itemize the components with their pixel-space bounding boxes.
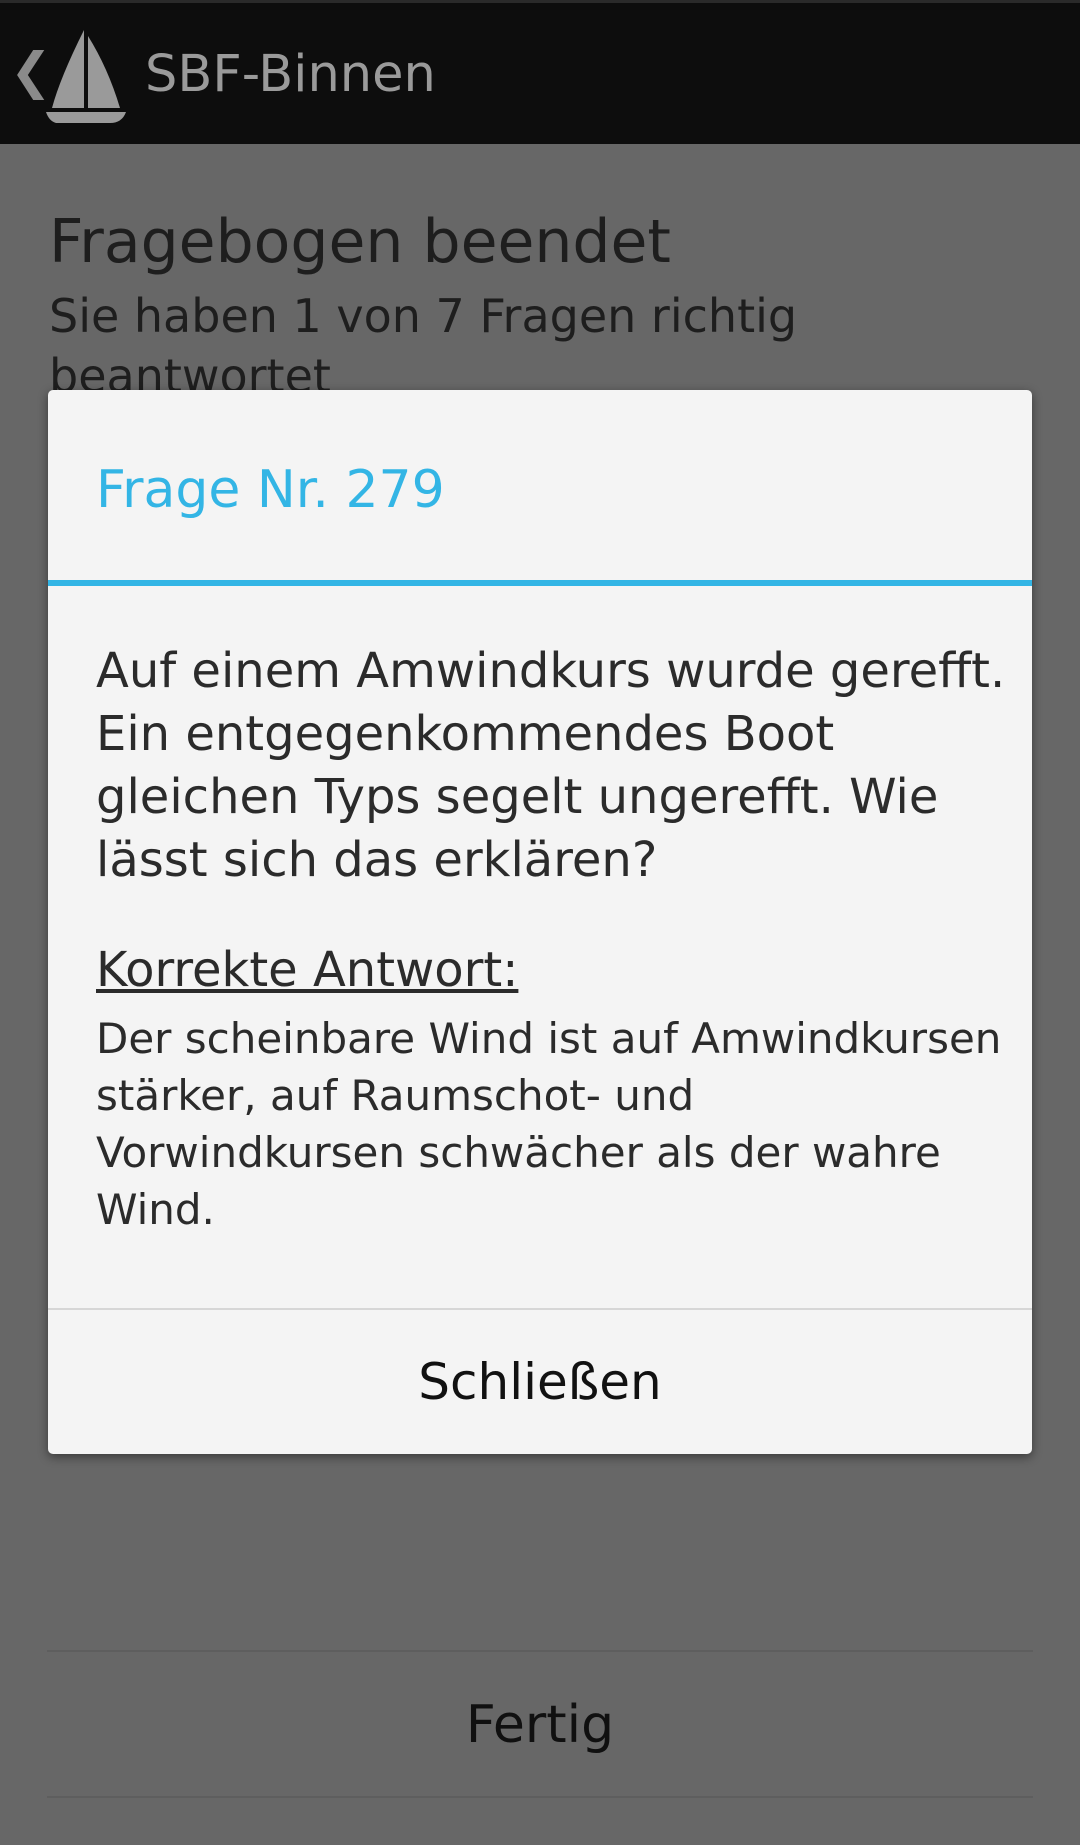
question-text: Auf einem Amwindkurs wurde gerefft. Ein … xyxy=(96,643,1006,888)
dialog-title-divider xyxy=(48,580,1032,586)
action-bar: ❮ SBF-Binnen xyxy=(0,0,1080,144)
dialog-title: Frage Nr. 279 xyxy=(96,460,445,520)
results-summary: Sie haben 1 von 7 Fragen richtig beantwo… xyxy=(49,289,798,403)
answer-heading: Korrekte Antwort: xyxy=(96,942,519,998)
answer-dialog: Frage Nr. 279 Auf einem Amwindkurs wurde… xyxy=(48,390,1032,1454)
results-title: Fragebogen beendet xyxy=(49,207,671,277)
divider xyxy=(47,1796,1033,1798)
answer-text: Der scheinbare Wind ist auf Amwindkursen… xyxy=(96,1014,1002,1234)
sailboat-icon[interactable] xyxy=(46,28,126,123)
close-button[interactable]: Schließen xyxy=(48,1310,1032,1454)
app-title: SBF-Binnen xyxy=(145,45,436,104)
done-button[interactable]: Fertig xyxy=(47,1652,1033,1798)
